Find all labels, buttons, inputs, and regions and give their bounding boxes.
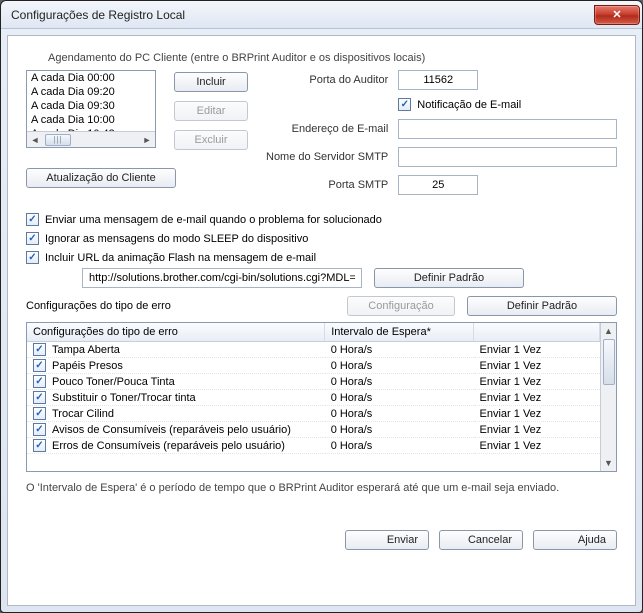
error-name: Papéis Presos xyxy=(52,360,123,372)
define-default-error-button[interactable]: Definir Padrão xyxy=(467,296,617,316)
solved-label: Enviar uma mensagem de e-mail quando o p… xyxy=(45,214,382,226)
col-interval[interactable]: Intervalo de Espera* xyxy=(325,323,474,342)
horizontal-scrollbar[interactable]: ◄ ||| ► xyxy=(27,131,155,147)
error-name: Substituir o Toner/Trocar tinta xyxy=(52,392,196,404)
auditor-port-input[interactable] xyxy=(398,70,478,90)
error-interval: 0 Hora/s xyxy=(325,374,474,390)
check-icon: ✓ xyxy=(398,98,411,111)
error-action: Enviar 1 Vez xyxy=(474,422,600,438)
error-config-label: Configurações do tipo de erro xyxy=(26,300,171,312)
close-button[interactable]: ✕ xyxy=(594,5,640,25)
auditor-port-label: Porta do Auditor xyxy=(266,74,388,86)
vertical-scrollbar[interactable]: ▲ ▼ xyxy=(600,323,616,471)
close-icon: ✕ xyxy=(612,8,621,21)
check-icon: ✓ xyxy=(33,423,46,436)
table-row[interactable]: ✓ Trocar Cilind 0 Hora/sEnviar 1 Vez xyxy=(27,406,600,422)
client-update-button[interactable]: Atualização do Cliente xyxy=(26,168,176,188)
check-icon: ✓ xyxy=(33,359,46,372)
list-item[interactable]: A cada Dia 10:00 xyxy=(27,113,155,127)
email-notify-checkbox[interactable]: ✓ Notificação de E-mail xyxy=(398,98,617,111)
exclude-button[interactable]: Excluir xyxy=(174,130,248,150)
table-row[interactable]: ✓ Avisos de Consumíveis (reparáveis pelo… xyxy=(27,422,600,438)
email-addr-label: Endereço de E-mail xyxy=(266,123,388,135)
include-url-label: Incluir URL da animação Flash na mensage… xyxy=(45,252,316,264)
error-action: Enviar 1 Vez xyxy=(474,438,600,454)
error-interval: 0 Hora/s xyxy=(325,422,474,438)
scheduling-label: Agendamento do PC Cliente (entre o BRPri… xyxy=(48,52,617,64)
error-action: Enviar 1 Vez xyxy=(474,358,600,374)
col-action[interactable] xyxy=(474,323,600,342)
smtp-port-label: Porta SMTP xyxy=(266,179,388,191)
scroll-left-icon[interactable]: ◄ xyxy=(27,133,43,147)
email-addr-input[interactable] xyxy=(398,119,617,139)
error-name: Trocar Cilind xyxy=(52,408,114,420)
client-area: Agendamento do PC Cliente (entre o BRPri… xyxy=(7,35,636,606)
footnote: O 'Intervalo de Espera' é o período de t… xyxy=(26,482,617,494)
schedule-listbox[interactable]: A cada Dia 00:00 A cada Dia 09:20 A cada… xyxy=(26,70,156,148)
scroll-thumb[interactable] xyxy=(603,339,615,385)
check-icon: ✓ xyxy=(26,232,39,245)
col-name[interactable]: Configurações do tipo de erro xyxy=(27,323,325,342)
check-icon: ✓ xyxy=(33,375,46,388)
error-table: Configurações do tipo de erro Intervalo … xyxy=(26,322,617,472)
list-item[interactable]: A cada Dia 00:00 xyxy=(27,71,155,85)
list-item[interactable]: A cada Dia 09:20 xyxy=(27,85,155,99)
include-url-checkbox[interactable]: ✓ Incluir URL da animação Flash na mensa… xyxy=(26,251,617,264)
scroll-up-icon[interactable]: ▲ xyxy=(602,323,616,339)
check-icon: ✓ xyxy=(33,343,46,356)
check-icon: ✓ xyxy=(26,213,39,226)
table-row[interactable]: ✓ Pouco Toner/Pouca Tinta 0 Hora/sEnviar … xyxy=(27,374,600,390)
help-button[interactable]: Ajuda xyxy=(533,530,617,550)
flash-url-input[interactable] xyxy=(82,268,362,288)
titlebar: Configurações de Registro Local ✕ xyxy=(1,1,642,29)
error-name: Avisos de Consumíveis (reparáveis pelo u… xyxy=(52,424,291,436)
error-action: Enviar 1 Vez xyxy=(474,390,600,406)
check-icon: ✓ xyxy=(33,439,46,452)
error-interval: 0 Hora/s xyxy=(325,342,474,358)
window-title: Configurações de Registro Local xyxy=(11,8,594,22)
email-notify-label: Notificação de E-mail xyxy=(417,99,521,111)
table-row[interactable]: ✓ Papéis Presos 0 Hora/sEnviar 1 Vez xyxy=(27,358,600,374)
include-button[interactable]: Incluir xyxy=(174,72,248,92)
error-action: Enviar 1 Vez xyxy=(474,342,600,358)
error-action: Enviar 1 Vez xyxy=(474,406,600,422)
smtp-name-label: Nome do Servidor SMTP xyxy=(266,151,388,163)
cancel-button[interactable]: Cancelar xyxy=(439,530,523,550)
solved-checkbox[interactable]: ✓ Enviar uma mensagem de e-mail quando o… xyxy=(26,213,617,226)
error-interval: 0 Hora/s xyxy=(325,406,474,422)
table-row[interactable]: ✓ Substituir o Toner/Trocar tinta 0 Hora/… xyxy=(27,390,600,406)
scroll-down-icon[interactable]: ▼ xyxy=(602,455,616,471)
smtp-name-input[interactable] xyxy=(398,147,617,167)
list-item[interactable]: A cada Dia 09:30 xyxy=(27,99,155,113)
check-icon: ✓ xyxy=(26,251,39,264)
error-name: Erros de Consumíveis (reparáveis pelo us… xyxy=(52,440,285,452)
error-action: Enviar 1 Vez xyxy=(474,374,600,390)
scroll-right-icon[interactable]: ► xyxy=(139,133,155,147)
config-button[interactable]: Configuração xyxy=(347,296,455,316)
smtp-port-input[interactable] xyxy=(398,175,478,195)
error-interval: 0 Hora/s xyxy=(325,390,474,406)
edit-button[interactable]: Editar xyxy=(174,101,248,121)
define-default-url-button[interactable]: Definir Padrão xyxy=(374,268,524,288)
table-row[interactable]: ✓ Tampa Aberta 0 Hora/sEnviar 1 Vez xyxy=(27,342,600,358)
ignore-sleep-checkbox[interactable]: ✓ Ignorar as mensagens do modo SLEEP do … xyxy=(26,232,617,245)
check-icon: ✓ xyxy=(33,391,46,404)
error-name: Tampa Aberta xyxy=(52,344,120,356)
table-row[interactable]: ✓ Erros de Consumíveis (reparáveis pelo … xyxy=(27,438,600,454)
error-name: Pouco Toner/Pouca Tinta xyxy=(52,376,175,388)
error-interval: 0 Hora/s xyxy=(325,438,474,454)
error-interval: 0 Hora/s xyxy=(325,358,474,374)
send-button[interactable]: Enviar xyxy=(345,530,429,550)
scroll-thumb[interactable]: ||| xyxy=(45,134,71,146)
ignore-sleep-label: Ignorar as mensagens do modo SLEEP do di… xyxy=(45,233,308,245)
check-icon: ✓ xyxy=(33,407,46,420)
window: Configurações de Registro Local ✕ Agenda… xyxy=(0,0,643,613)
